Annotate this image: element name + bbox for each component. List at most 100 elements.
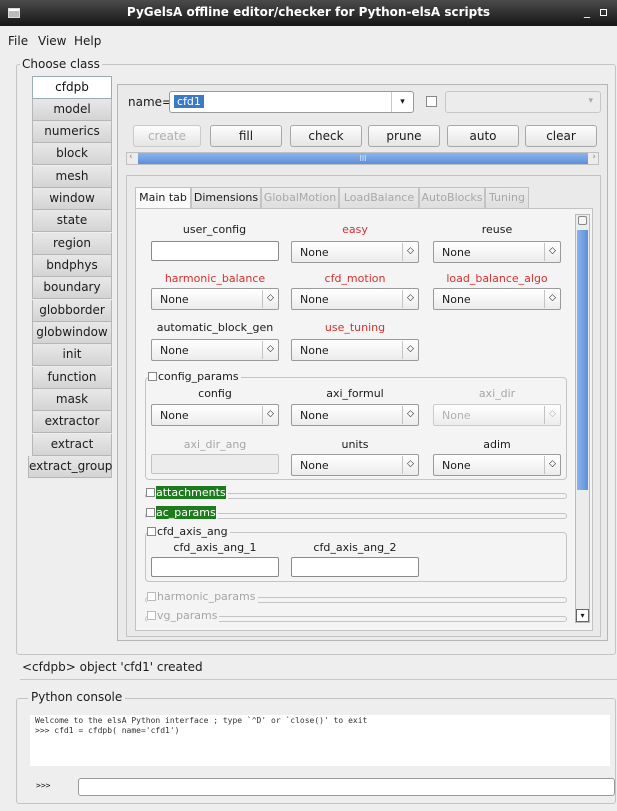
cfd-motion-select[interactable]: None ◇	[291, 288, 419, 310]
horizontal-scroll-thumb[interactable]: III	[138, 153, 588, 164]
class-button-boundary[interactable]: boundary	[32, 277, 112, 299]
spinner-icon: ◇	[402, 243, 418, 261]
easy-select[interactable]: None ◇	[291, 241, 419, 263]
horizontal-scrollbar[interactable]: ‹ III ›	[126, 152, 599, 165]
scroll-up-icon[interactable]	[578, 216, 587, 225]
class-button-region[interactable]: region	[32, 233, 112, 255]
axi-formul-select[interactable]: None ◇	[291, 404, 419, 426]
class-button-numerics[interactable]: numerics	[32, 121, 112, 143]
class-button-mask[interactable]: mask	[32, 389, 112, 411]
use-tuning-select[interactable]: None ◇	[291, 339, 419, 361]
use-tuning-label: use_tuning	[324, 321, 386, 334]
spinner-icon: ◇	[402, 456, 418, 474]
fill-button[interactable]: fill	[210, 125, 282, 147]
class-button-globborder[interactable]: globborder	[32, 300, 112, 322]
class-button-model[interactable]: model	[32, 99, 112, 121]
class-button-block[interactable]: block	[32, 143, 112, 165]
tab-globalmotion[interactable]: GlobalMotion	[261, 187, 339, 208]
cfd-axis-ang-checkbox[interactable]	[147, 527, 156, 536]
cfd-axis-ang-header[interactable]: cfd_axis_ang	[147, 525, 230, 538]
attachments-checkbox[interactable]	[146, 488, 155, 497]
user-config-label: user_config	[182, 223, 247, 236]
maximize-button[interactable]	[600, 9, 607, 16]
attachments-header[interactable]: attachments	[146, 486, 228, 499]
automatic-block-gen-label: automatic_block_gen	[156, 321, 274, 334]
class-button-init[interactable]: init	[32, 344, 112, 366]
create-button[interactable]: create	[133, 125, 201, 147]
class-button-globwindow[interactable]: globwindow	[32, 322, 112, 344]
harmonic-params-header[interactable]: harmonic_params	[147, 590, 258, 603]
class-button-mesh[interactable]: mesh	[32, 166, 112, 188]
vg-params-header[interactable]: vg_params	[147, 609, 220, 622]
adim-value: None	[442, 459, 471, 472]
spinner-icon: ◇	[262, 406, 278, 424]
adim-select[interactable]: None ◇	[433, 454, 561, 476]
class-button-cfdpb[interactable]: cfdpb	[32, 76, 112, 99]
harmonic-balance-value: None	[160, 293, 189, 306]
scroll-right-icon[interactable]: ›	[592, 152, 596, 162]
spinner-icon: ◇	[544, 243, 560, 261]
check-button[interactable]: check	[290, 125, 362, 147]
name-checkbox[interactable]	[426, 96, 437, 107]
config-params-header[interactable]: config_params	[148, 370, 241, 383]
harmonic-balance-label: harmonic_balance	[164, 272, 266, 285]
vertical-scroll-thumb[interactable]	[577, 230, 588, 490]
chevron-down-icon[interactable]: ▾	[391, 92, 413, 112]
class-button-bndphys[interactable]: bndphys	[32, 255, 112, 277]
ac-params-header[interactable]: ac_params	[146, 506, 218, 519]
tab-autoblocks[interactable]: AutoBlocks	[419, 187, 485, 208]
title-bar: PyGelsA offline editor/checker for Pytho…	[0, 0, 617, 26]
console-input[interactable]	[78, 778, 615, 796]
automatic-block-gen-value: None	[160, 344, 189, 357]
axi-formul-label: axi_formul	[326, 387, 384, 400]
ac-params-label: ac_params	[156, 506, 216, 519]
menu-file[interactable]: File	[8, 34, 28, 48]
menu-bar: File View Help	[0, 26, 617, 50]
tab-tuning[interactable]: Tuning	[485, 187, 529, 208]
easy-label: easy	[342, 223, 368, 236]
cfd-axis-ang-1-field[interactable]	[151, 557, 279, 577]
auto-button[interactable]: auto	[447, 125, 519, 147]
class-button-extract[interactable]: extract	[32, 434, 112, 456]
config-params-checkbox[interactable]	[148, 372, 157, 381]
axi-dir-select: None ◇	[433, 404, 561, 426]
splitter-handle[interactable]	[20, 679, 617, 680]
clear-button[interactable]: clear	[525, 125, 597, 147]
user-config-field[interactable]	[151, 241, 279, 261]
scroll-down-icon[interactable]: ▾	[576, 609, 589, 622]
prune-button[interactable]: prune	[368, 125, 440, 147]
spinner-icon: ◇	[544, 290, 560, 308]
tab-dimensions[interactable]: Dimensions	[191, 187, 261, 208]
console-prompt: >>>	[36, 781, 51, 790]
menu-view[interactable]: View	[38, 34, 66, 48]
class-button-state[interactable]: state	[32, 210, 112, 232]
minimize-button[interactable]: _	[584, 4, 590, 18]
class-button-window[interactable]: window	[32, 188, 112, 210]
units-select[interactable]: None ◇	[291, 454, 419, 476]
vg-params-checkbox[interactable]	[147, 611, 156, 620]
cfd-axis-ang-2-field[interactable]	[291, 557, 419, 577]
menu-help[interactable]: Help	[74, 34, 101, 48]
class-button-extractor[interactable]: extractor	[32, 411, 112, 433]
name-combo[interactable]: cfd1 ▾	[169, 91, 414, 113]
harmonic-params-checkbox[interactable]	[147, 592, 156, 601]
tab-loadbalance[interactable]: LoadBalance	[339, 187, 419, 208]
spinner-icon: ◇	[402, 406, 418, 424]
ac-params-checkbox[interactable]	[146, 508, 155, 517]
name-value[interactable]: cfd1	[174, 95, 204, 108]
class-button-function[interactable]: function	[32, 367, 112, 389]
units-label: units	[341, 438, 369, 451]
load-balance-algo-select[interactable]: None ◇	[433, 288, 561, 310]
vertical-scrollbar[interactable]: ▾	[575, 214, 590, 623]
secondary-combo: ▾	[445, 91, 601, 113]
class-button-extract-group[interactable]: extract_group	[28, 456, 112, 478]
automatic-block-gen-select[interactable]: None ◇	[151, 339, 279, 361]
config-select[interactable]: None ◇	[151, 404, 279, 426]
harmonic-balance-select[interactable]: None ◇	[151, 288, 279, 310]
scroll-left-icon[interactable]: ‹	[129, 152, 133, 162]
axi-dir-value: None	[442, 409, 471, 422]
status-message: <cfdpb> object 'cfd1' created	[22, 660, 203, 674]
reuse-select[interactable]: None ◇	[433, 241, 561, 263]
chevron-down-icon: ▾	[588, 96, 593, 106]
tab-main[interactable]: Main tab	[135, 187, 191, 209]
